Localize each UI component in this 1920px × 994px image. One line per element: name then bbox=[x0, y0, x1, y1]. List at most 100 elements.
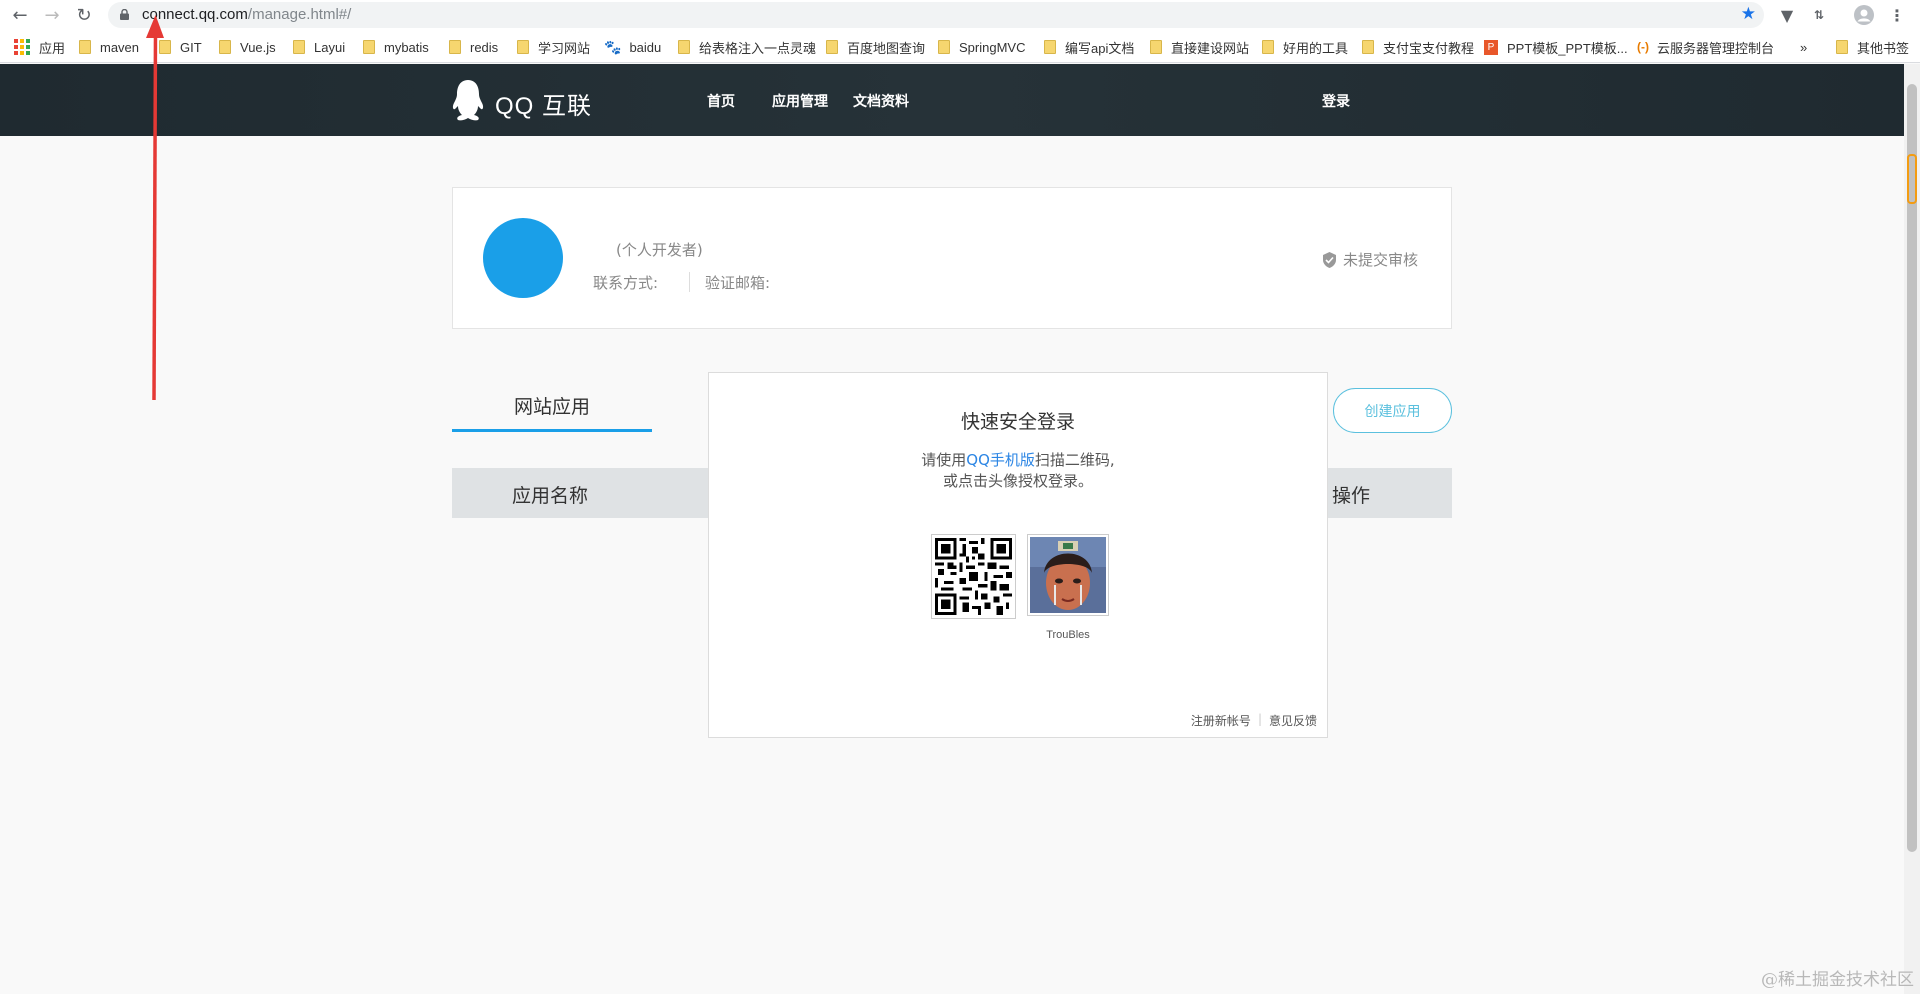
logo-text[interactable]: QQ 互联 bbox=[495, 86, 592, 121]
contact-label: 联系方式: bbox=[593, 274, 659, 292]
bookmark-label: baidu bbox=[629, 39, 662, 55]
bookmark-apps[interactable]: 应用 bbox=[14, 38, 65, 56]
bookmark-api-docs[interactable]: 编写api文档 bbox=[1044, 38, 1134, 56]
bookmark-cloud-console[interactable]: (-) 云服务器管理控制台 bbox=[1637, 38, 1774, 56]
bookmark-label: maven bbox=[100, 39, 140, 55]
modal-title: 快速安全登录 bbox=[960, 411, 1075, 433]
page-scrollbar[interactable] bbox=[1904, 64, 1920, 994]
forward-icon[interactable]: → bbox=[40, 3, 64, 27]
bookmark-label: 其他书签 bbox=[1857, 40, 1910, 56]
bookmarks-overflow[interactable]: » bbox=[1800, 38, 1807, 56]
bookmark-label: mybatis bbox=[384, 39, 429, 55]
back-icon[interactable]: ← bbox=[8, 3, 32, 27]
developer-profile-card: (个人开发者) 联系方式: 验证邮箱: 未提交审核 bbox=[452, 187, 1452, 329]
create-app-button[interactable]: 创建应用 bbox=[1333, 388, 1452, 433]
bookmark-star-icon[interactable]: ★ bbox=[1741, 4, 1756, 24]
bookmark-mybatis[interactable]: mybatis bbox=[363, 38, 429, 56]
folder-icon bbox=[1836, 40, 1848, 54]
shield-check-icon bbox=[1322, 251, 1336, 268]
folder-icon bbox=[1262, 40, 1274, 54]
bookmark-baidu[interactable]: 🐾 baidu bbox=[604, 38, 661, 56]
footer-separator: | bbox=[1257, 712, 1262, 726]
feedback-link[interactable]: 意见反馈 bbox=[1269, 712, 1317, 729]
bookmark-label: 编写api文档 bbox=[1065, 40, 1135, 56]
bookmark-other[interactable]: 其他书签 bbox=[1836, 38, 1909, 56]
bookmark-table-soul[interactable]: 给表格注入一点灵魂 bbox=[678, 38, 816, 56]
reload-icon[interactable]: ↻ bbox=[72, 3, 96, 27]
bookmark-label: Vue.js bbox=[240, 39, 276, 55]
qq-mobile-link[interactable]: QQ手机版 bbox=[966, 451, 1035, 469]
instruction-prefix: 请使用 bbox=[921, 451, 967, 469]
bookmark-label: PPT模板_PPT模板... bbox=[1507, 40, 1628, 56]
watermark: @稀土掘金技术社区 bbox=[1761, 970, 1914, 990]
cloud-icon: (-) bbox=[1637, 40, 1649, 54]
bookmark-redis[interactable]: redis bbox=[449, 38, 498, 56]
folder-icon bbox=[1150, 40, 1162, 54]
bookmark-label: 应用 bbox=[39, 40, 66, 56]
bookmark-build-site[interactable]: 直接建设网站 bbox=[1150, 38, 1249, 56]
bookmark-label: 学习网站 bbox=[538, 40, 591, 56]
ppt-icon: P bbox=[1484, 39, 1498, 55]
scroll-highlight-marker bbox=[1907, 154, 1917, 204]
modal-footer: 注册新帐号 | 意见反馈 bbox=[1191, 712, 1317, 729]
vuejs-devtools-icon[interactable]: ▼ bbox=[1776, 4, 1798, 26]
bookmark-layui[interactable]: Layui bbox=[293, 38, 345, 56]
url-text[interactable]: connect.qq.com/manage.html#/ bbox=[142, 6, 351, 23]
bookmark-label: 好用的工具 bbox=[1283, 40, 1349, 56]
nav-app-management[interactable]: 应用管理 bbox=[772, 91, 828, 111]
bookmark-vuejs[interactable]: Vue.js bbox=[219, 38, 276, 56]
folder-icon bbox=[1044, 40, 1056, 54]
menu-kebab-icon[interactable]: ⋮ bbox=[1886, 4, 1908, 26]
login-link[interactable]: 登录 bbox=[1322, 91, 1350, 111]
divider bbox=[689, 272, 690, 292]
bookmark-maven[interactable]: maven bbox=[79, 38, 139, 56]
modal-instruction-line2: 或点击头像授权登录。 bbox=[942, 472, 1093, 490]
bookmark-label: SpringMVC bbox=[959, 39, 1026, 55]
qr-code[interactable] bbox=[931, 534, 1016, 619]
bookmarks-bar: 应用 maven GIT Vue.js Layui mybatis redis … bbox=[0, 30, 1920, 63]
browser-toolbar: ← → ↻ connect.qq.com/manage.html#/ ★ ▼ ⇅… bbox=[0, 0, 1920, 30]
site-header: QQ 互联 首页 应用管理 文档资料 登录 bbox=[0, 64, 1904, 136]
user-portrait-icon bbox=[1030, 537, 1106, 613]
qr-code-icon bbox=[935, 538, 1012, 615]
nav-home[interactable]: 首页 bbox=[707, 91, 735, 111]
bookmark-baidu-map[interactable]: 百度地图查询 bbox=[826, 38, 925, 56]
folder-icon bbox=[449, 40, 461, 54]
annotation-arrow-icon bbox=[146, 15, 164, 401]
address-bar[interactable]: connect.qq.com/manage.html#/ ★ bbox=[108, 2, 1764, 28]
folder-icon bbox=[1362, 40, 1374, 54]
user-avatar-login[interactable] bbox=[1027, 534, 1109, 616]
instruction-suffix: 扫描二维码, bbox=[1034, 451, 1115, 469]
folder-icon bbox=[363, 40, 375, 54]
avatar bbox=[483, 218, 563, 298]
review-status-badge: 未提交审核 bbox=[1322, 249, 1418, 270]
nav-documents[interactable]: 文档资料 bbox=[853, 91, 909, 111]
modal-instruction-line1: 请使用QQ手机版扫描二维码, bbox=[709, 449, 1327, 470]
translate-extension-icon[interactable]: ⇅ bbox=[1808, 4, 1830, 26]
bookmark-springmvc[interactable]: SpringMVC bbox=[938, 38, 1025, 56]
login-user-name: TrouBles bbox=[1046, 629, 1090, 641]
folder-icon bbox=[826, 40, 838, 54]
bookmark-study-sites[interactable]: 学习网站 bbox=[517, 38, 590, 56]
apps-grid-icon bbox=[14, 39, 30, 55]
profile-avatar-icon[interactable] bbox=[1853, 4, 1875, 26]
bookmark-tools[interactable]: 好用的工具 bbox=[1262, 38, 1348, 56]
bookmark-label: 云服务器管理控制台 bbox=[1657, 40, 1775, 56]
bookmark-alipay[interactable]: 支付宝支付教程 bbox=[1362, 38, 1474, 56]
qq-penguin-logo-icon[interactable] bbox=[450, 79, 486, 121]
tab-website-apps[interactable]: 网站应用 bbox=[452, 388, 652, 432]
register-link[interactable]: 注册新帐号 bbox=[1191, 712, 1251, 729]
developer-type: (个人开发者) bbox=[616, 241, 703, 259]
quick-login-modal: 快速安全登录 请使用QQ手机版扫描二维码, 或点击头像授权登录。 TrouBle… bbox=[708, 372, 1328, 738]
column-action: 操作 bbox=[1332, 485, 1371, 507]
column-app-name: 应用名称 bbox=[512, 485, 589, 507]
url-path: /manage.html#/ bbox=[247, 6, 352, 23]
bookmark-label: 给表格注入一点灵魂 bbox=[699, 40, 817, 56]
bookmark-label: 直接建设网站 bbox=[1171, 40, 1250, 56]
bookmark-label: Layui bbox=[314, 39, 346, 55]
bookmark-ppt[interactable]: P PPT模板_PPT模板... bbox=[1484, 38, 1628, 56]
bookmark-label: GIT bbox=[180, 39, 202, 55]
folder-icon bbox=[678, 40, 690, 54]
review-status-text: 未提交审核 bbox=[1342, 251, 1418, 269]
bookmark-label: 支付宝支付教程 bbox=[1383, 40, 1475, 56]
